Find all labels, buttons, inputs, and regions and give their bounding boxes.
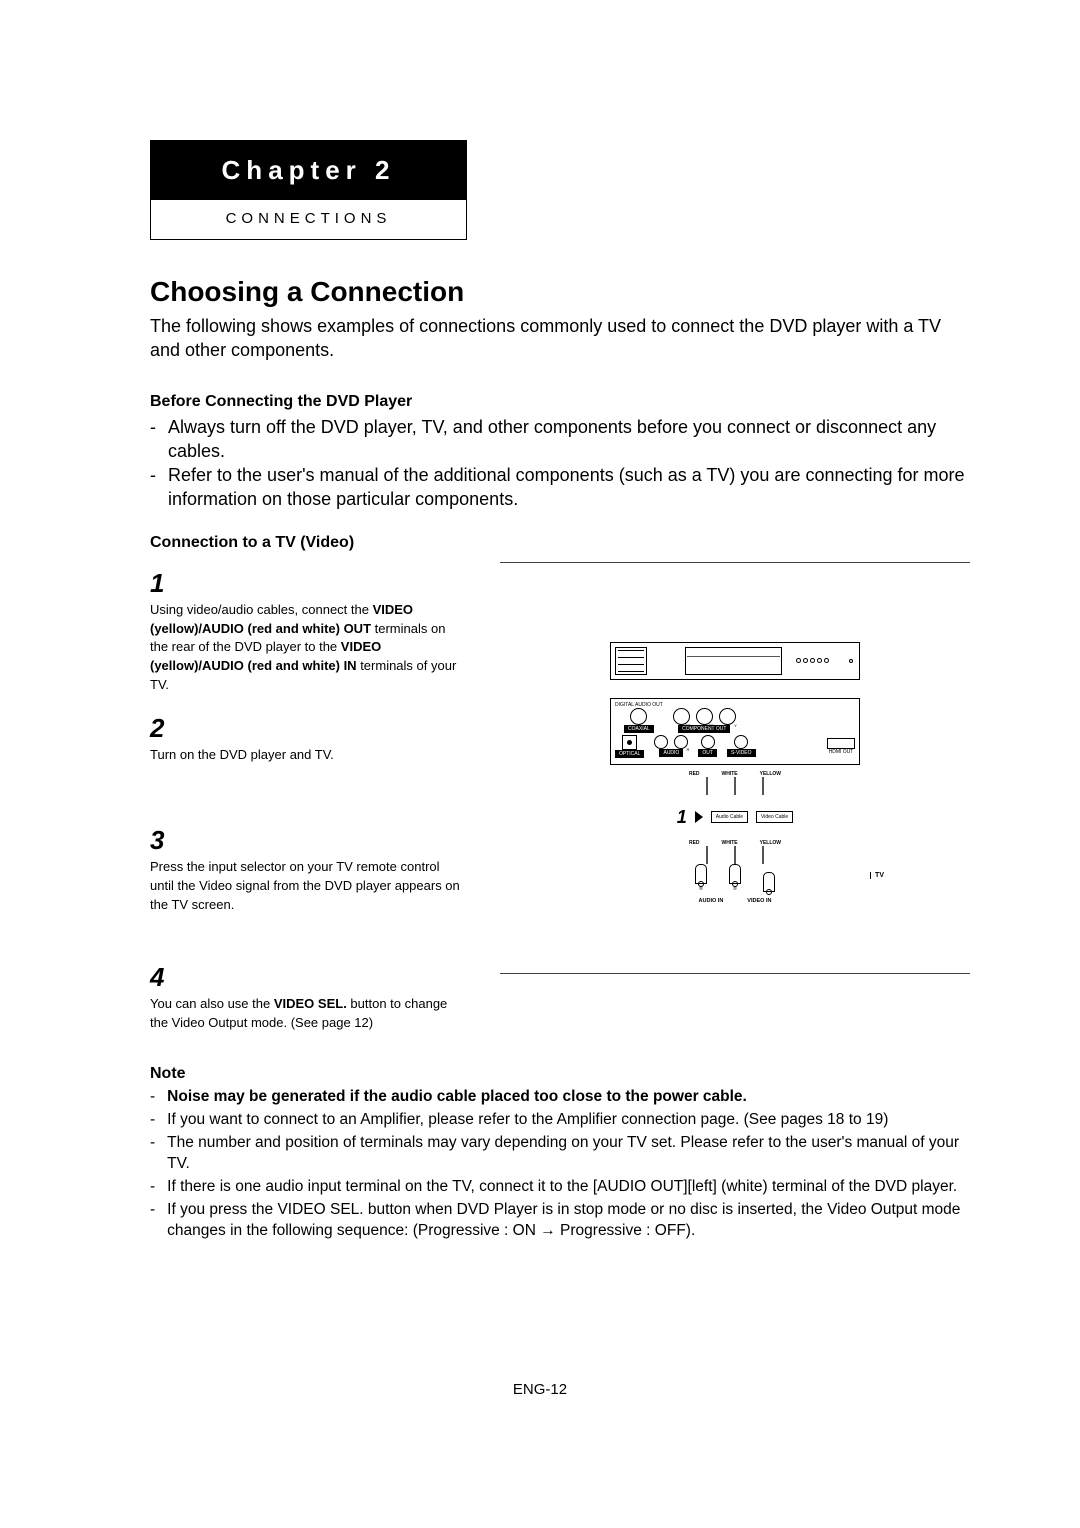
chapter-subtitle: CONNECTIONS: [151, 200, 466, 239]
audio-r-port-icon: R: [674, 735, 688, 749]
note-1: Noise may be generated if the audio cabl…: [167, 1087, 747, 1108]
step-4-number: 4: [150, 962, 460, 993]
step-2-text: Turn on the DVD player and TV.: [150, 746, 460, 765]
component-y-port-icon: Y: [719, 708, 736, 725]
notes-section: Note Noise may be generated if the audio…: [150, 1065, 970, 1241]
dvd-rear-view: [610, 642, 860, 680]
plug-white-icon: ®: [729, 864, 741, 892]
optical-port-icon: [622, 735, 637, 750]
note-list: Noise may be generated if the audio cabl…: [150, 1087, 970, 1241]
steps-column: 1 Using video/audio cables, connect the …: [150, 562, 460, 1045]
intro-text: The following shows examples of connecti…: [150, 314, 970, 363]
disc-tray-icon: [685, 647, 782, 675]
note-4: If there is one audio input terminal on …: [167, 1177, 957, 1198]
diagram-column: DIGITAL AUDIO OUT COAXIAL PR PB Y: [500, 562, 970, 1045]
cable-lines-bottom: [610, 846, 860, 864]
tv-plug-row: ® ® TV: [610, 864, 860, 892]
step-marker-block: 1 Audio Cable Video Cable: [610, 807, 860, 828]
two-column-layout: 1 Using video/audio cables, connect the …: [150, 562, 970, 1045]
audio-label: AUDIO: [659, 749, 683, 757]
page-title: Choosing a Connection: [150, 276, 970, 308]
svideo-port-icon: [734, 735, 748, 749]
power-dot-icon: [849, 659, 853, 663]
vent-icon: [615, 647, 647, 675]
audio-cable-label: Audio Cable: [711, 811, 748, 823]
video-out-port-icon: [701, 735, 715, 749]
note-heading: Note: [150, 1065, 970, 1083]
out-label: OUT: [698, 749, 717, 757]
step-1-number: 1: [150, 568, 460, 599]
step-2-number: 2: [150, 713, 460, 744]
cable-lines-top: [610, 777, 860, 795]
plug-yellow-icon: [763, 872, 775, 892]
before-heading: Before Connecting the DVD Player: [150, 393, 970, 411]
component-pb-port-icon: PB: [696, 708, 713, 725]
step-marker-number: 1: [677, 807, 687, 828]
audio-in-label: AUDIO IN: [699, 898, 724, 904]
note-2: If you want to connect to an Amplifier, …: [167, 1110, 888, 1131]
coaxial-label: COAXIAL: [624, 725, 654, 733]
step-3-number: 3: [150, 825, 460, 856]
video-cable-label: Video Cable: [756, 811, 793, 823]
svideo-label: S-VIDEO: [727, 749, 756, 757]
hdmi-out-label: HDMI OUT: [829, 749, 854, 755]
rear-port-panel: DIGITAL AUDIO OUT COAXIAL PR PB Y: [610, 698, 860, 765]
video-in-label: VIDEO IN: [747, 898, 771, 904]
step-1-text: Using video/audio cables, connect the VI…: [150, 601, 460, 695]
before-item-1: Always turn off the DVD player, TV, and …: [168, 415, 970, 464]
chapter-label: Chapter 2: [151, 141, 466, 200]
button-cluster-icon: [796, 658, 829, 663]
audio-l-port-icon: L: [654, 735, 668, 749]
note-3: The number and position of terminals may…: [167, 1133, 970, 1175]
section-heading: Connection to a TV (Video): [150, 534, 970, 552]
step-3-text: Press the input selector on your TV remo…: [150, 858, 460, 915]
triangle-icon: [695, 811, 703, 823]
plug-red-icon: ®: [695, 864, 707, 892]
hdmi-port-icon: [827, 738, 855, 749]
tv-in-labels: AUDIO IN VIDEO IN: [610, 898, 860, 904]
optical-label: OPTICAL: [615, 750, 644, 758]
note-5: If you press the VIDEO SEL. button when …: [167, 1200, 970, 1242]
coaxial-port-icon: [630, 708, 647, 725]
component-pr-port-icon: PR: [673, 708, 690, 725]
chapter-block: Chapter 2 CONNECTIONS: [150, 140, 467, 240]
page: Chapter 2 CONNECTIONS Choosing a Connect…: [0, 0, 1080, 1528]
step-4-text: You can also use the VIDEO SEL. button t…: [150, 995, 460, 1033]
connection-diagram: DIGITAL AUDIO OUT COAXIAL PR PB Y: [500, 562, 970, 974]
tv-label: TV: [870, 872, 884, 879]
red-label: RED: [689, 771, 700, 777]
before-list: Always turn off the DVD player, TV, and …: [150, 415, 970, 512]
before-item-2: Refer to the user's manual of the additi…: [168, 463, 970, 512]
page-footer: ENG-12: [0, 1381, 1080, 1398]
